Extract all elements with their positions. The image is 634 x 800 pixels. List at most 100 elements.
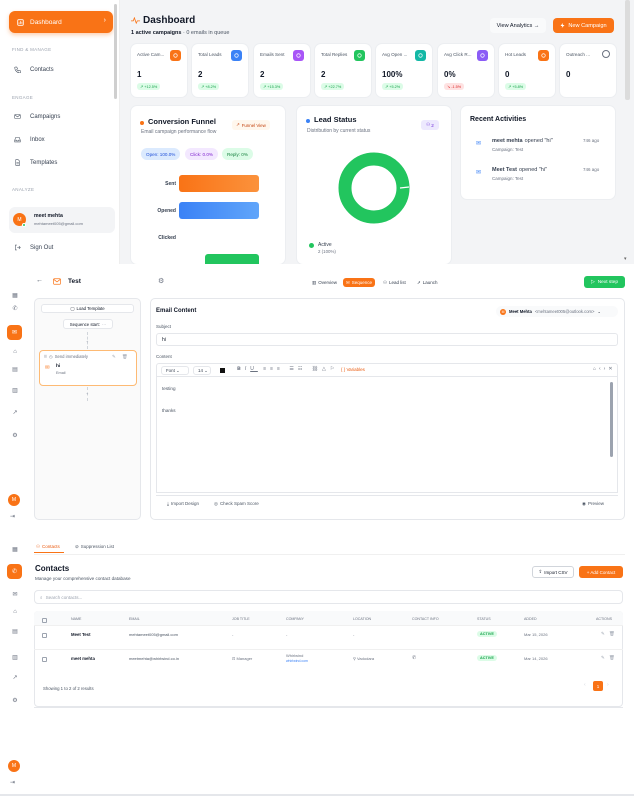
phone-icon[interactable]: ✆ xyxy=(412,655,416,661)
trending-icon[interactable]: ↗ xyxy=(9,406,21,418)
edit-icon[interactable]: ✎ xyxy=(601,655,605,661)
tab-overview[interactable]: ▥ Overview xyxy=(309,278,340,287)
search-input[interactable]: ⌕ Search contacts... xyxy=(34,590,623,604)
next-page-button[interactable]: › xyxy=(607,682,609,688)
row-checkbox[interactable] xyxy=(42,633,47,638)
contact-job-text: - xyxy=(232,632,234,637)
avatar[interactable]: M xyxy=(8,760,20,772)
avatar[interactable]: M xyxy=(8,494,20,506)
import-design-button[interactable]: ⤓ Import Design xyxy=(167,501,199,506)
scroll-down-arrow[interactable]: ▾ xyxy=(624,256,627,262)
gear-icon[interactable]: ⚙ xyxy=(158,277,164,285)
next-step-button[interactable]: ▷ Next step xyxy=(584,276,625,288)
sequence-start[interactable]: Sequence start: ··· xyxy=(63,319,113,329)
tab-contacts[interactable]: ⚇ Contacts xyxy=(36,544,60,550)
load-template-button[interactable]: ▢ Load Template xyxy=(41,304,134,313)
drag-handle-icon[interactable]: ⠿ xyxy=(44,354,47,359)
contact-name[interactable]: Meet Test xyxy=(71,632,91,637)
format-buttons[interactable]: 𝗕IU ≡≡≡ ☰☷ ⛓△⚐ xyxy=(237,366,338,372)
divider xyxy=(34,554,625,555)
lead-status-dot xyxy=(306,119,310,123)
check-spam-button[interactable]: ◎ Check Spam Score xyxy=(214,501,259,507)
funnel-view-button[interactable]: ↗ Funnel View xyxy=(232,120,270,130)
logout-icon[interactable]: ⇥ xyxy=(10,779,15,786)
tab-launch[interactable]: ➚ Launch xyxy=(414,278,441,287)
inbox-icon[interactable]: ⌂ xyxy=(9,346,21,358)
settings-icon[interactable]: ⚙ xyxy=(9,429,21,441)
select-all-checkbox[interactable] xyxy=(42,618,47,623)
load-template-label: Load Template xyxy=(76,306,105,311)
trash-icon[interactable]: 🗑 xyxy=(609,655,615,661)
step-type: Email xyxy=(56,371,66,375)
trash-icon[interactable]: 🗑 xyxy=(609,631,615,637)
size-select[interactable]: 14 ⌄ xyxy=(193,366,211,375)
sequence-step-card[interactable]: ⠿ ◷ Send immediately ✎ 🗑 ✉ hi Email xyxy=(39,350,137,386)
user-card[interactable]: M meet mehta mehtameet005@gmail.com xyxy=(9,207,115,233)
page-title: Dashboard xyxy=(143,15,196,26)
back-arrow-icon[interactable]: ← xyxy=(36,277,43,284)
text-color-picker[interactable] xyxy=(220,368,225,373)
stat-card[interactable]: Total Leads 2 ↗ +8.2% xyxy=(192,44,248,97)
add-contact-button[interactable]: + Add Contact xyxy=(579,566,623,578)
activity-action: opened "hi" xyxy=(518,167,548,173)
sign-out-button[interactable]: Sign Out xyxy=(14,244,53,251)
bottom-scrollbar[interactable] xyxy=(0,794,634,796)
inbox-icon[interactable]: ⌂ xyxy=(9,606,21,618)
mail-icon[interactable]: ✉ xyxy=(7,325,22,340)
tab-sequence[interactable]: ✉ Sequence xyxy=(343,278,376,287)
editor-scrollbar[interactable] xyxy=(610,382,613,457)
row-checkbox[interactable] xyxy=(42,657,47,662)
import-csv-button[interactable]: ⇪ Import CSV xyxy=(532,566,574,578)
plus-icon[interactable]: + xyxy=(86,339,88,344)
dashboard-panel: Dashboard › FIND & MANAGE Contacts ENGAG… xyxy=(0,0,634,264)
dashboard-icon[interactable]: ▦ xyxy=(9,543,21,555)
stat-label: Avg Open ... xyxy=(382,52,408,57)
nav-campaigns[interactable]: Campaigns xyxy=(14,113,60,120)
sidebar-scrollbar[interactable] xyxy=(114,4,117,99)
trending-icon[interactable]: ↗ xyxy=(9,671,21,683)
settings-icon[interactable]: ⚙ xyxy=(9,694,21,706)
page-scrollbar[interactable] xyxy=(625,0,630,100)
logout-icon[interactable]: ⇥ xyxy=(10,513,15,520)
file-icon[interactable]: ▤ xyxy=(9,363,21,375)
stat-card[interactable]: Emails Sent 2 ↗ +15.3% xyxy=(254,44,310,97)
dashboard-icon[interactable]: ▦ xyxy=(9,289,21,301)
font-select[interactable]: Font ⌄ xyxy=(161,366,189,375)
sender-select[interactable]: M Meet Mehta <mehtameet005@outlook.com> ⌄ xyxy=(496,306,618,317)
subject-input[interactable]: hi xyxy=(156,333,618,346)
mail-icon[interactable]: ✉ xyxy=(9,588,21,600)
company-link[interactable]: whirlwind.com xyxy=(286,659,308,663)
toolbar-right-icons[interactable]: ⌂‹›✕ xyxy=(593,366,616,372)
contact-name[interactable]: meet mehta xyxy=(71,656,95,661)
view-analytics-button[interactable]: View Analytics → xyxy=(490,18,546,33)
email-body-editor[interactable]: testing thanks xyxy=(156,377,618,493)
nav-dashboard[interactable]: Dashboard › xyxy=(9,11,113,33)
add-step-icon[interactable]: + xyxy=(86,391,88,396)
variables-button[interactable]: { } Variables xyxy=(341,367,365,372)
tab-suppression-list[interactable]: ⊘ Suppression List xyxy=(75,544,114,550)
stat-card[interactable]: Outreach ... 0 xyxy=(560,44,616,97)
nav-templates[interactable]: Templates xyxy=(14,159,57,166)
new-campaign-button[interactable]: New Campaign xyxy=(553,18,614,33)
nav-inbox[interactable]: Inbox xyxy=(14,136,45,143)
trash-icon[interactable]: 🗑 xyxy=(122,354,128,360)
file-icon[interactable]: ▤ xyxy=(9,625,21,637)
stat-card[interactable]: Avg Open ... 100% ↗ +5.2% xyxy=(376,44,432,97)
edit-icon[interactable]: ✎ xyxy=(601,631,605,637)
campaign-name: Test xyxy=(68,278,81,285)
chart-icon[interactable]: ▥ xyxy=(9,384,21,396)
page-1-button[interactable]: 1 xyxy=(593,681,603,691)
stat-card[interactable]: Active Cam... 1 ↗ +12.5% xyxy=(131,44,187,97)
prev-page-button[interactable]: ‹ xyxy=(584,682,586,688)
nav-contacts[interactable]: Contacts xyxy=(14,66,54,73)
stat-card[interactable]: Avg Click R... 0% ↘ -1.5% xyxy=(438,44,494,97)
stat-card[interactable]: Hot Leads 0 ↗ +5.8% xyxy=(499,44,555,97)
chart-icon[interactable]: ▥ xyxy=(9,651,21,663)
stat-card[interactable]: Total Replies 2 ↗ +22.7% xyxy=(315,44,371,97)
phone-icon[interactable]: ✆ xyxy=(7,564,22,579)
phone-icon[interactable]: ✆ xyxy=(9,302,21,314)
tab-lead-list[interactable]: ⚇ Lead list xyxy=(380,278,409,287)
edit-icon[interactable]: ✎ xyxy=(112,354,116,360)
activity-time: 746 ago xyxy=(583,138,600,143)
preview-button[interactable]: ◉ Preview xyxy=(582,501,604,507)
